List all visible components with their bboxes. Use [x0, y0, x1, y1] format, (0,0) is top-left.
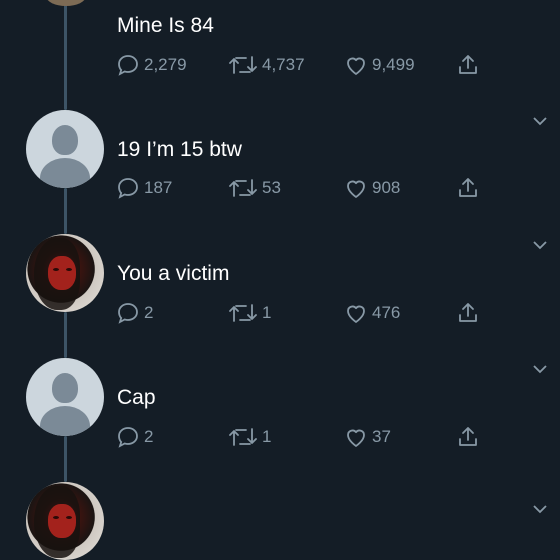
retweet-count: 4,737 [262, 55, 305, 74]
like-count: 37 [372, 427, 391, 446]
reply-icon [118, 178, 138, 199]
retweet-icon [229, 56, 257, 74]
reply-count: 187 [144, 178, 173, 197]
retweet-button[interactable]: 4,737 [228, 52, 305, 78]
share-button[interactable] [456, 300, 480, 326]
retweet-button[interactable]: 53 [228, 175, 281, 201]
like-button[interactable]: 908 [344, 175, 400, 201]
reply-count: 2 [144, 303, 154, 322]
retweet-icon [229, 304, 257, 322]
like-icon [347, 180, 365, 198]
share-button[interactable] [456, 52, 480, 78]
like-button[interactable]: 476 [344, 300, 400, 326]
thread-line [64, 0, 67, 110]
retweet-icon [229, 428, 257, 446]
retweet-button[interactable]: 1 [228, 300, 271, 326]
retweet-button[interactable]: 1 [228, 424, 271, 450]
tweet-text: 19 I’m 15 btw [117, 138, 242, 161]
share-icon [459, 303, 477, 322]
like-icon [347, 305, 365, 323]
reply-button[interactable]: 2 [116, 424, 153, 450]
like-icon [347, 429, 365, 447]
tweet-actions: 2 1 37 [116, 424, 496, 450]
share-icon [459, 55, 477, 74]
like-count: 9,499 [372, 55, 415, 74]
retweet-count: 1 [262, 303, 272, 322]
avatar[interactable] [46, 0, 86, 6]
avatar[interactable] [26, 482, 104, 560]
thread-line [64, 188, 67, 234]
like-button[interactable]: 37 [344, 424, 391, 450]
reply-button[interactable]: 2 [116, 300, 153, 326]
chevron-down-icon[interactable] [532, 240, 548, 250]
reply-icon [118, 427, 138, 448]
like-icon [347, 57, 365, 75]
reply-count: 2 [144, 427, 154, 446]
retweet-count: 1 [262, 427, 272, 446]
retweet-icon [229, 179, 257, 197]
reply-icon [118, 303, 138, 324]
thread-line [64, 312, 67, 358]
share-button[interactable] [456, 175, 480, 201]
tweet-actions: 2,279 4,737 9,499 [116, 52, 496, 78]
avatar[interactable] [26, 234, 104, 312]
tweet-text: Cap [117, 386, 156, 409]
avatar[interactable] [26, 358, 104, 436]
thread-line [64, 436, 67, 482]
avatar[interactable] [26, 110, 104, 188]
share-button[interactable] [456, 424, 480, 450]
like-count: 476 [372, 303, 401, 322]
like-count: 908 [372, 178, 401, 197]
share-icon [459, 178, 477, 197]
reply-count: 2,279 [144, 55, 187, 74]
chevron-down-icon[interactable] [532, 364, 548, 374]
tweet-actions: 2 1 476 [116, 300, 496, 326]
reply-icon [118, 55, 138, 76]
chevron-down-icon[interactable] [532, 116, 548, 126]
chevron-down-icon[interactable] [532, 504, 548, 514]
share-icon [459, 427, 477, 446]
tweet-text: You a victim [117, 262, 230, 285]
reply-button[interactable]: 2,279 [116, 52, 187, 78]
retweet-count: 53 [262, 178, 281, 197]
reply-button[interactable]: 187 [116, 175, 172, 201]
like-button[interactable]: 9,499 [344, 52, 415, 78]
tweet-text: Mine Is 84 [117, 14, 214, 37]
tweet-actions: 187 53 908 [116, 175, 496, 201]
